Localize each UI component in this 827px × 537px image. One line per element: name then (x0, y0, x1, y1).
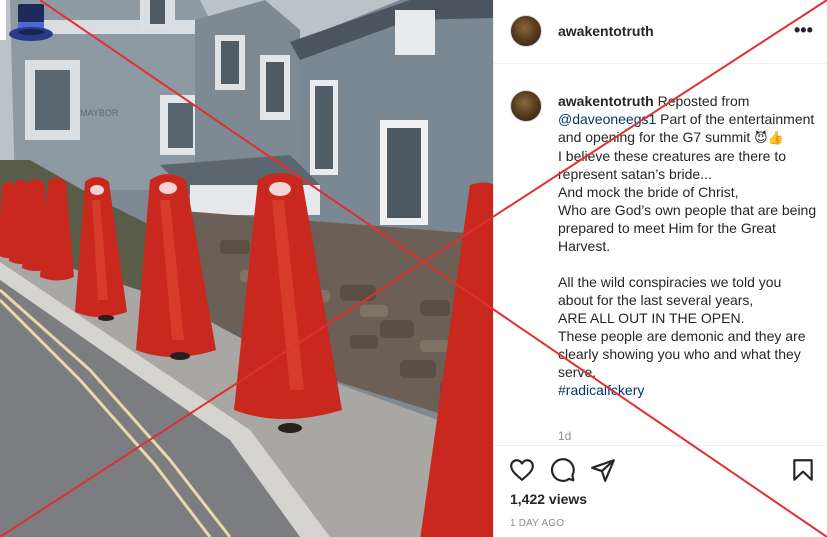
views-count[interactable]: 1,422 views (510, 491, 587, 507)
post-date: 1 DAY AGO (510, 518, 565, 529)
bookmark-icon[interactable] (790, 457, 816, 483)
header-username[interactable]: awakentotruth (558, 23, 654, 39)
svg-text:MAYBOR: MAYBOR (80, 108, 119, 118)
caption-line: I believe these creatures are there to r… (558, 148, 790, 182)
caption-line: All the wild conspiracies we told you ab… (558, 274, 786, 308)
share-icon[interactable] (590, 457, 616, 483)
emoji-devil-thumbs: 😈👍 (754, 130, 784, 145)
heart-icon[interactable] (509, 457, 535, 483)
post-sidebar: awakentotruth ••• awakentotruth Reposted… (493, 0, 827, 537)
caption-area: awakentotruth Reposted from @daveoneegs1… (494, 65, 827, 445)
post-actions: 1,422 views 1 DAY AGO (494, 445, 827, 537)
caption-line: These people are demonic and they are cl… (558, 328, 810, 380)
caption-line: ARE ALL OUT IN THE OPEN. (558, 310, 745, 326)
caption-line: Who are God’s own people that are being … (558, 202, 821, 254)
comment-icon[interactable] (550, 457, 576, 483)
instagram-post: MAYBOR awakentotruth ••• awakentotruth R… (0, 0, 827, 537)
mention-link[interactable]: @daveoneegs1 (558, 111, 656, 127)
caption-avatar[interactable] (510, 90, 542, 122)
reposted-from-text: Reposted from (653, 93, 750, 109)
video-frame: MAYBOR (0, 0, 493, 537)
caption-line (558, 255, 820, 273)
more-icon[interactable]: ••• (794, 21, 813, 42)
post-video[interactable]: MAYBOR (0, 0, 493, 537)
avatar[interactable] (510, 15, 542, 47)
post-header: awakentotruth ••• (494, 0, 827, 64)
caption-username[interactable]: awakentotruth (558, 93, 654, 109)
caption-text: awakentotruth Reposted from @daveoneegs1… (558, 92, 820, 399)
time-ago[interactable]: 1d (558, 429, 571, 443)
hashtag-link[interactable]: #radicalfckery (558, 381, 820, 399)
top-hat-icon (0, 0, 53, 41)
caption-line: And mock the bride of Christ, (558, 184, 739, 200)
